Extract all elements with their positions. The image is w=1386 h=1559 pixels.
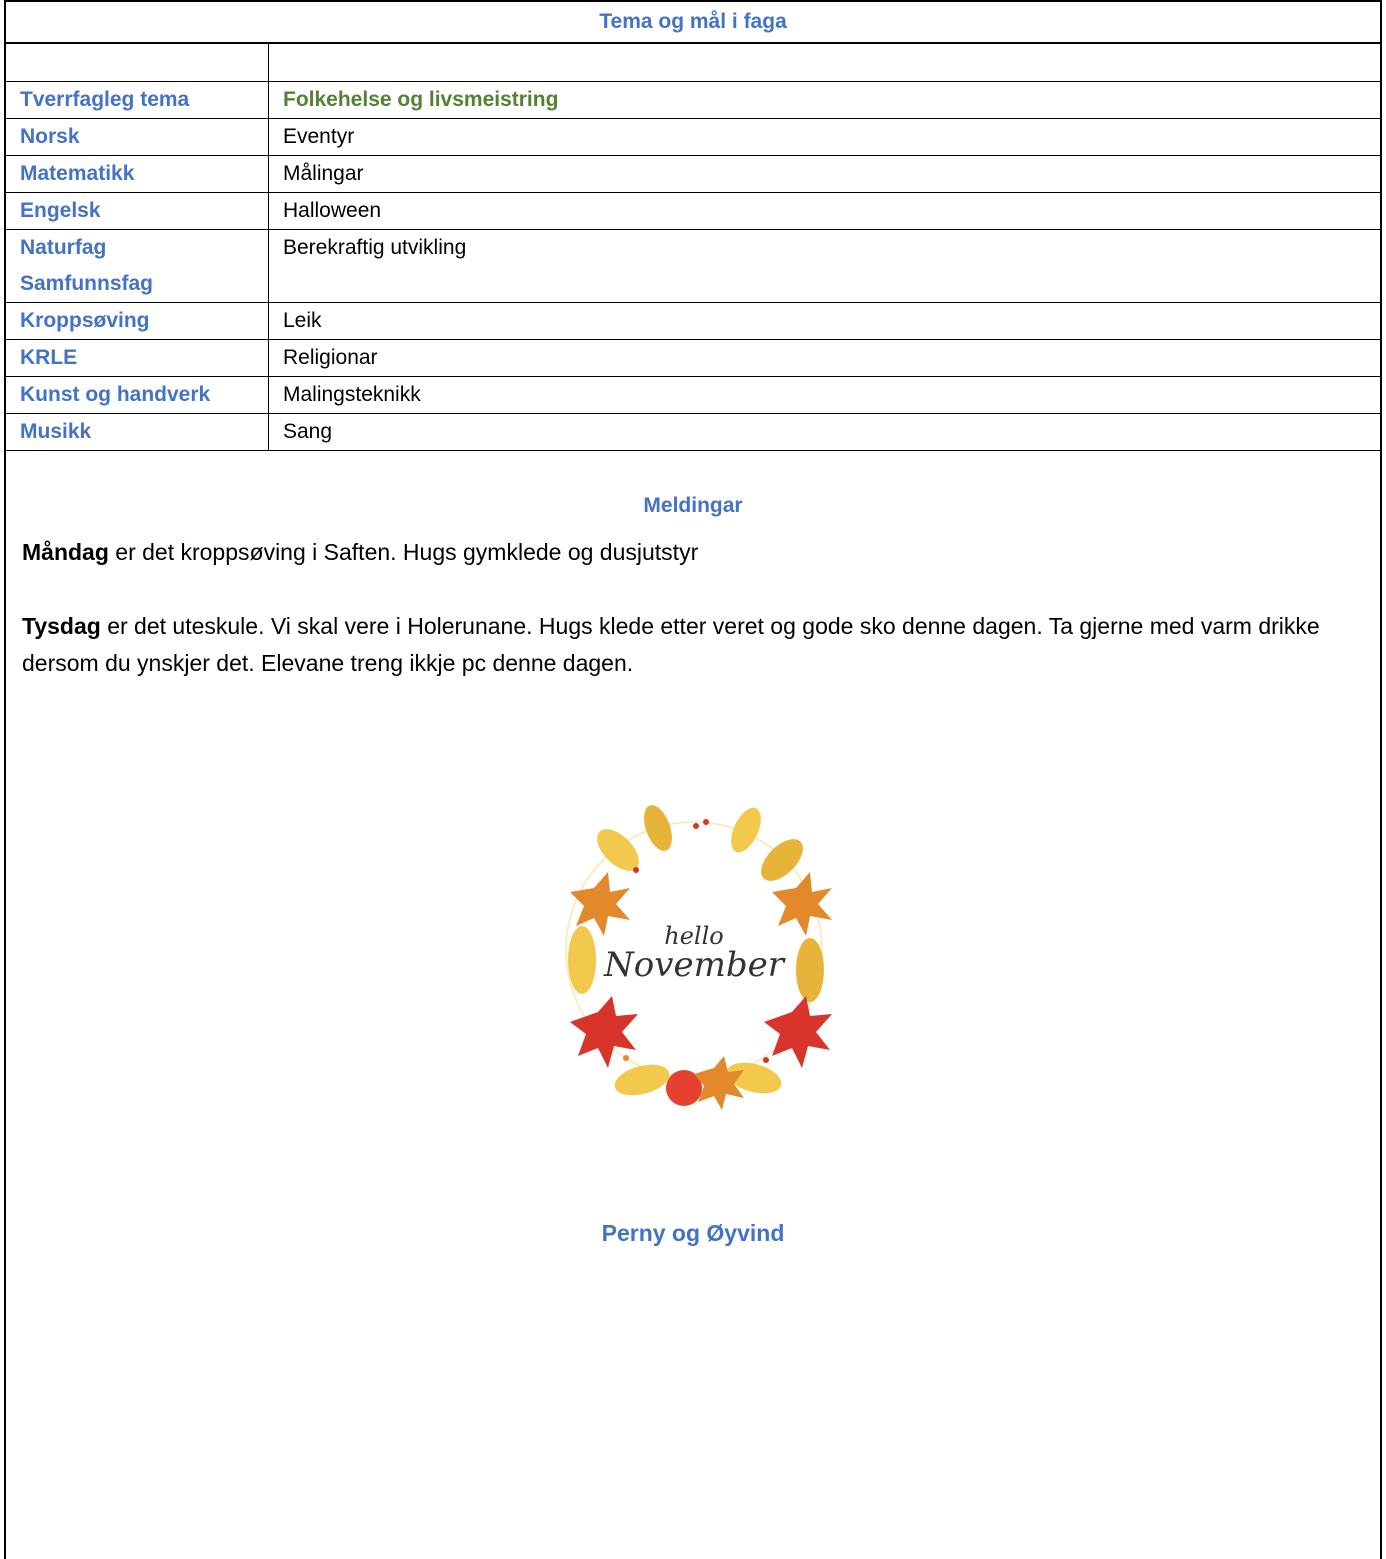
table-row: KRLE Religionar <box>6 339 1380 377</box>
content-cell: Berekraftig utvikling <box>268 229 1380 303</box>
subject-cell: Tverrfagleg tema <box>6 81 269 119</box>
content-cell <box>268 43 1380 82</box>
table-title: Tema og mål i faga <box>6 2 1380 43</box>
monday-label: Måndag <box>22 539 109 565</box>
table-row <box>6 43 1380 82</box>
tuesday-label: Tysdag <box>22 613 101 639</box>
subject-cell: Musikk <box>6 413 269 451</box>
subject-cell <box>6 43 269 82</box>
table-row: Musikk Sang <box>6 413 1380 451</box>
november-text: November <box>603 945 786 985</box>
signature: Perny og Øyvind <box>601 1220 785 1246</box>
content-cell: Religionar <box>268 339 1380 377</box>
theme-cell: Folkehelse og livsmeistring <box>268 81 1380 119</box>
content-cell: Sang <box>268 413 1380 451</box>
messages-heading: Meldingar <box>643 494 743 517</box>
content-cell: Leik <box>268 302 1380 340</box>
subject-cell: Matematikk <box>6 155 269 193</box>
table-row: Kroppsøving Leik <box>6 302 1380 340</box>
subject-cell: Kunst og handverk <box>6 376 269 414</box>
monday-message: Måndag er det kroppsøving i Saften. Hugs… <box>22 534 1362 571</box>
tuesday-message: Tysdag er det uteskule. Vi skal vere i H… <box>22 608 1362 682</box>
table-row: Tverrfagleg tema Folkehelse og livsmeist… <box>6 81 1380 119</box>
tuesday-text: er det uteskule. Vi skal vere i Holeruna… <box>22 613 1320 676</box>
subjects-table: Tverrfagleg tema Folkehelse og livsmeist… <box>6 43 1380 451</box>
table-row: Kunst og handverk Malingsteknikk <box>6 376 1380 414</box>
subject-cell: Kroppsøving <box>6 302 269 340</box>
subject-cell: Naturfag <box>6 229 269 266</box>
content-cell: Eventyr <box>268 118 1380 156</box>
table-row: Matematikk Målingar <box>6 155 1380 193</box>
subject-cell: Norsk <box>6 118 269 156</box>
document-frame: Tema og mål i faga Tverrfagleg tema Folk… <box>4 0 1382 1559</box>
content-cell: Halloween <box>268 192 1380 230</box>
subject-cell: Engelsk <box>6 192 269 230</box>
table-row: Naturfag Berekraftig utvikling <box>6 229 1380 303</box>
subject-cell: KRLE <box>6 339 269 377</box>
content-cell: Målingar <box>268 155 1380 193</box>
subject-cell: Samfunnsfag <box>6 266 269 303</box>
hello-november-wreath-image: hello November <box>565 805 832 1110</box>
table-row: Norsk Eventyr <box>6 118 1380 156</box>
content-cell: Malingsteknikk <box>268 376 1380 414</box>
table-row: Engelsk Halloween <box>6 192 1380 230</box>
monday-text: er det kroppsøving i Saften. Hugs gymkle… <box>108 539 699 565</box>
